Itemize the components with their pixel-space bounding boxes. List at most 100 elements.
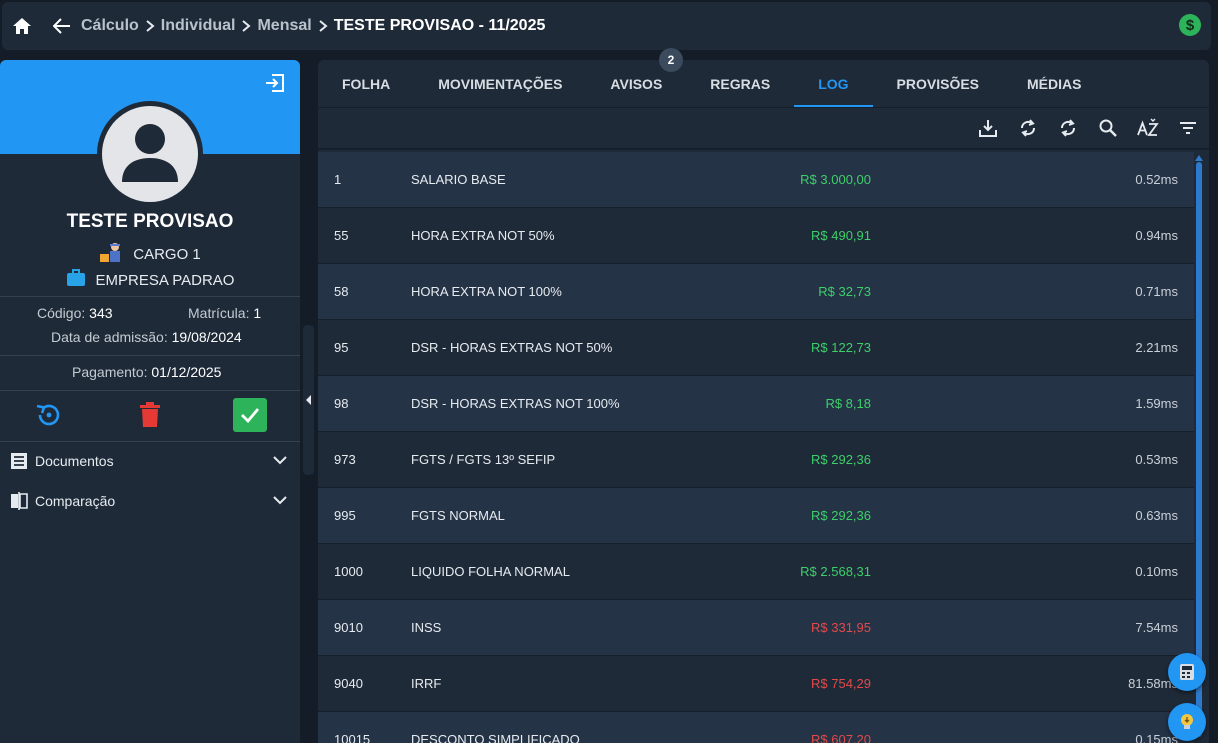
log-row-description: IRRF bbox=[411, 676, 442, 691]
home-icon[interactable] bbox=[11, 15, 33, 37]
breadcrumb: Cálculo Individual Mensal TESTE PROVISAO… bbox=[81, 17, 545, 35]
log-row-code: 1000 bbox=[334, 564, 363, 579]
chevron-down-icon bbox=[273, 456, 287, 465]
log-row-code: 995 bbox=[334, 508, 356, 523]
refresh-icon[interactable] bbox=[1017, 117, 1039, 139]
comparacao-label: Comparação bbox=[35, 493, 116, 509]
calculator-fab[interactable] bbox=[1168, 653, 1206, 691]
log-row-description: INSS bbox=[411, 620, 442, 635]
sort-az-icon[interactable] bbox=[1137, 117, 1159, 139]
briefcase-icon bbox=[66, 269, 86, 291]
tips-fab[interactable] bbox=[1168, 703, 1206, 741]
chevron-down-icon bbox=[273, 496, 287, 505]
admissao-label: Data de admissão: bbox=[51, 329, 168, 345]
log-row[interactable]: 95 DSR - HORAS EXTRAS NOT 50% R$ 122,73 2.2… bbox=[318, 320, 1194, 376]
exit-icon[interactable] bbox=[264, 72, 286, 94]
log-row[interactable]: 973 FGTS / FGTS 13º SEFIP R$ 292,36 0.53ms bbox=[318, 432, 1194, 488]
log-row-description: FGTS NORMAL bbox=[411, 508, 505, 523]
worker-icon bbox=[99, 240, 125, 268]
tab-log[interactable]: LOG bbox=[794, 60, 873, 107]
empresa-row: EMPRESA PADRAO bbox=[0, 269, 300, 291]
log-row[interactable]: 58 HORA EXTRA NOT 100% R$ 32,73 0.71ms bbox=[318, 264, 1194, 320]
cargo-label: CARGO 1 bbox=[133, 245, 201, 263]
log-row-code: 973 bbox=[334, 452, 356, 467]
employee-name: TESTE PROVISAO bbox=[66, 211, 234, 232]
log-row-code: 9010 bbox=[334, 620, 363, 635]
log-row-description: DSR - HORAS EXTRAS NOT 100% bbox=[411, 396, 620, 411]
admissao-value: 19/08/2024 bbox=[171, 329, 242, 345]
log-row[interactable]: 98 DSR - HORAS EXTRAS NOT 100% R$ 8,18 1.59… bbox=[318, 376, 1194, 432]
log-row[interactable]: 9040 IRRF R$ 754,29 81.58ms bbox=[318, 656, 1194, 712]
tab-bar: FOLHA MOVIMENTAÇÕES AVISOS REGRAS LOG PR… bbox=[318, 60, 1209, 108]
log-row-code: 55 bbox=[334, 228, 349, 243]
empresa-label: EMPRESA PADRAO bbox=[95, 271, 235, 289]
filter-icon[interactable] bbox=[1177, 117, 1199, 139]
pagamento-field: Pagamento: 01/12/2025 bbox=[72, 364, 221, 380]
log-row-time: 0.52ms bbox=[1135, 172, 1178, 187]
scroll-thumb[interactable] bbox=[1196, 162, 1202, 737]
tab-regras[interactable]: REGRAS bbox=[686, 60, 794, 107]
delete-button[interactable] bbox=[133, 398, 167, 432]
log-row[interactable]: 55 HORA EXTRA NOT 50% R$ 490,91 0.94ms bbox=[318, 208, 1194, 264]
log-row[interactable]: 1 SALARIO BASE R$ 3.000,00 0.52ms bbox=[318, 152, 1194, 208]
log-list: 1 SALARIO BASE R$ 3.000,00 0.52ms 55 HORA EXT… bbox=[318, 152, 1194, 743]
money-icon[interactable]: $ bbox=[1179, 14, 1201, 36]
documentos-label: Documentos bbox=[35, 453, 114, 469]
log-row-time: 0.53ms bbox=[1135, 452, 1178, 467]
log-row-description: SALARIO BASE bbox=[411, 172, 506, 187]
recalculate-button[interactable] bbox=[32, 398, 66, 432]
divider bbox=[0, 296, 300, 297]
top-bar: Cálculo Individual Mensal TESTE PROVISAO… bbox=[2, 2, 1211, 50]
tab-medias[interactable]: MÉDIAS bbox=[1003, 60, 1105, 107]
search-icon[interactable] bbox=[1097, 117, 1119, 139]
documentos-section[interactable]: Documentos bbox=[0, 441, 300, 481]
breadcrumb-individual[interactable]: Individual bbox=[161, 17, 236, 35]
chevron-right-icon bbox=[241, 20, 252, 32]
codigo-value: 343 bbox=[89, 305, 113, 321]
admissao-field: Data de admissão: 19/08/2024 bbox=[51, 329, 242, 345]
divider bbox=[0, 355, 300, 356]
matricula-value: 1 bbox=[253, 305, 262, 321]
employee-sidebar: TESTE PROVISAO CARGO 1 EMPRESA PADRAO Có… bbox=[0, 60, 300, 743]
log-row[interactable]: 1000 LIQUIDO FOLHA NORMAL R$ 2.568,31 0.10m… bbox=[318, 544, 1194, 600]
log-row[interactable]: 9010 INSS R$ 331,95 7.54ms bbox=[318, 600, 1194, 656]
log-row-time: 0.10ms bbox=[1135, 564, 1178, 579]
log-row-value: R$ 607,20 bbox=[811, 732, 871, 743]
log-row-description: HORA EXTRA NOT 50% bbox=[411, 228, 555, 243]
codigo-label: Código: bbox=[37, 305, 86, 321]
download-icon[interactable] bbox=[977, 117, 999, 139]
log-row-value: R$ 122,73 bbox=[811, 340, 871, 355]
log-row[interactable]: 995 FGTS NORMAL R$ 292,36 0.63ms bbox=[318, 488, 1194, 544]
log-row-time: 0.15ms bbox=[1135, 732, 1178, 743]
log-row-description: LIQUIDO FOLHA NORMAL bbox=[411, 564, 570, 579]
main-panel: FOLHA MOVIMENTAÇÕES AVISOS REGRAS LOG PR… bbox=[318, 60, 1209, 743]
confirm-button[interactable] bbox=[233, 398, 267, 432]
tab-provisoes[interactable]: PROVISÕES bbox=[873, 60, 1003, 107]
log-row-description: DESCONTO SIMPLIFICADO bbox=[411, 732, 580, 743]
log-row-code: 95 bbox=[334, 340, 349, 355]
chevron-right-icon bbox=[318, 20, 328, 32]
breadcrumb-mensal[interactable]: Mensal bbox=[257, 17, 311, 35]
comparacao-section[interactable]: Comparação bbox=[0, 481, 300, 521]
breadcrumb-current: TESTE PROVISAO - 11/2025 bbox=[333, 17, 546, 34]
log-row-time: 0.63ms bbox=[1135, 508, 1178, 523]
log-row-code: 10015 bbox=[334, 732, 371, 743]
divider bbox=[0, 390, 300, 391]
sync-icon[interactable] bbox=[1057, 117, 1079, 139]
log-row[interactable]: 10015 DESCONTO SIMPLIFICADO R$ 607,20 0.15m… bbox=[318, 712, 1194, 743]
log-row-value: R$ 490,91 bbox=[811, 228, 871, 243]
log-row-description: FGTS / FGTS 13º SEFIP bbox=[411, 452, 556, 467]
avisos-count-badge: 2 bbox=[659, 48, 683, 72]
tab-folha[interactable]: FOLHA bbox=[318, 60, 414, 107]
chevron-right-icon bbox=[145, 20, 155, 32]
codigo-field: Código: 343 bbox=[37, 305, 113, 321]
tab-movimentacoes[interactable]: MOVIMENTAÇÕES bbox=[414, 60, 586, 107]
log-row-value: R$ 292,36 bbox=[811, 452, 871, 467]
sidebar-collapse-handle[interactable] bbox=[303, 325, 314, 475]
breadcrumb-calculo[interactable]: Cálculo bbox=[81, 17, 139, 35]
back-arrow-icon[interactable] bbox=[51, 15, 73, 37]
log-row-code: 1 bbox=[334, 172, 342, 187]
matricula-field: Matrícula: 1 bbox=[188, 305, 261, 321]
pagamento-value: 01/12/2025 bbox=[151, 364, 222, 380]
document-icon bbox=[11, 453, 27, 469]
